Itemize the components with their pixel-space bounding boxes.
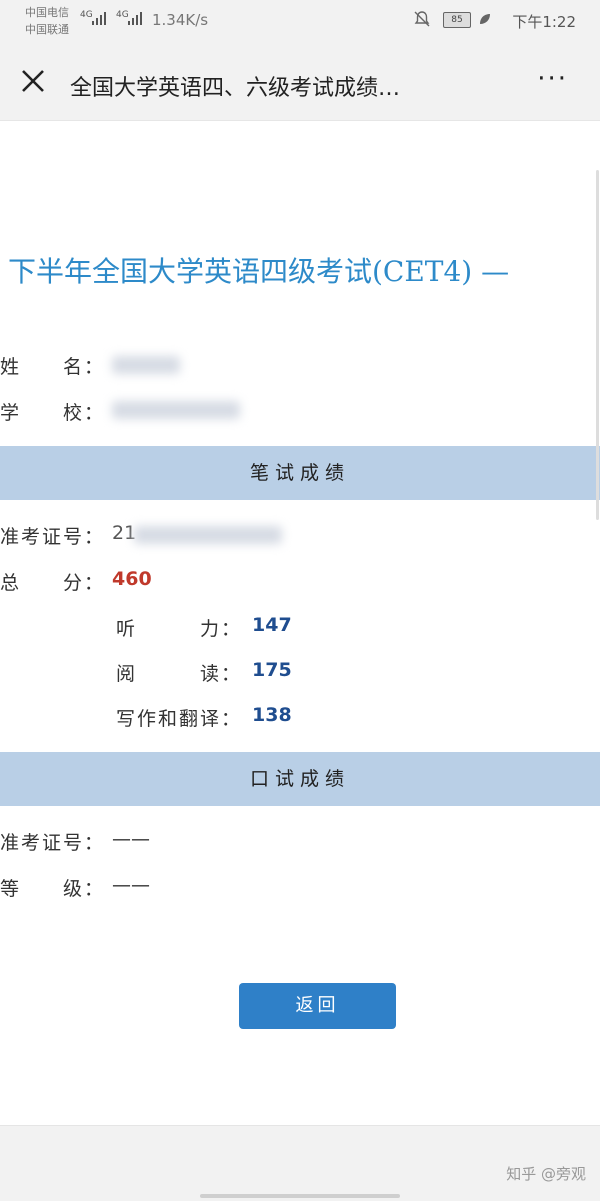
carrier-2: 中国联通 <box>25 23 69 36</box>
school-label: 学 校： <box>0 402 106 424</box>
reading-label: 阅 读： <box>116 663 243 685</box>
grade-label: 等 级： <box>0 878 106 900</box>
name-label: 姓 名： <box>0 356 106 378</box>
exam-title: 下半年全国大学英语四级考试(CET4) — <box>8 255 510 288</box>
oral-ticket-label: 准考证号： <box>0 832 106 854</box>
network-type-1: 4G <box>80 10 93 20</box>
ticket-number-partial: 21 <box>112 522 137 544</box>
watermark: 知乎 @旁观 <box>506 1165 586 1183</box>
total-score: 460 <box>112 568 152 590</box>
oral-section-title: 口试成绩 <box>249 768 350 790</box>
total-label: 总 分： <box>0 572 106 594</box>
grade-value: —— <box>112 874 150 896</box>
network-type-2: 4G <box>116 10 129 20</box>
mute-bell-icon <box>414 11 430 27</box>
network-speed: 1.34K/s <box>152 11 209 29</box>
listening-label: 听 力： <box>116 618 243 640</box>
listening-score: 147 <box>252 614 292 636</box>
written-ticket-label: 准考证号： <box>0 526 106 548</box>
close-icon[interactable] <box>20 68 46 94</box>
signal-icon-1 <box>92 12 106 25</box>
status-bar: 中国电信 中国联通 4G 4G 1.34K/s 85 下午1:22 <box>0 0 600 44</box>
more-menu-button[interactable]: ··· <box>537 64 568 94</box>
name-value-redacted <box>112 356 180 374</box>
written-section-title: 笔试成绩 <box>249 462 350 484</box>
writing-label: 写作和翻译： <box>116 708 243 730</box>
home-indicator[interactable] <box>200 1194 400 1198</box>
back-button[interactable]: 返回 <box>239 983 396 1029</box>
writing-score: 138 <box>252 704 292 726</box>
school-value-redacted <box>112 401 240 419</box>
ticket-number-redacted <box>134 526 282 544</box>
oral-ticket-value: —— <box>112 828 150 850</box>
page-title: 全国大学英语四、六级考试成绩… <box>70 76 401 101</box>
nav-bar: 全国大学英语四、六级考试成绩… ··· <box>0 44 600 121</box>
oral-section-header: 口试成绩 <box>0 752 600 806</box>
signal-icon-2 <box>128 12 142 25</box>
reading-score: 175 <box>252 659 292 681</box>
scrollbar[interactable] <box>596 170 599 520</box>
battery-icon: 85 <box>443 12 471 28</box>
leaf-icon <box>480 14 490 24</box>
carrier-1: 中国电信 <box>25 6 69 19</box>
clock: 下午1:22 <box>512 13 576 31</box>
written-section-header: 笔试成绩 <box>0 446 600 500</box>
